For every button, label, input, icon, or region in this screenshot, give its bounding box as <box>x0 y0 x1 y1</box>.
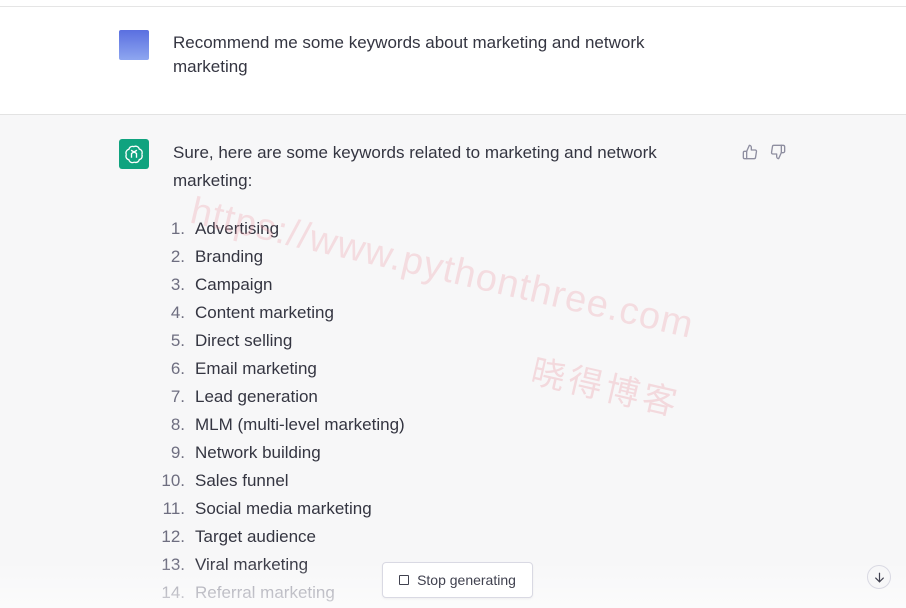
list-item-text: Campaign <box>195 275 273 294</box>
list-item-text: Network building <box>195 443 321 462</box>
user-message-row: Recommend me some keywords about marketi… <box>0 7 906 115</box>
list-item-text: Sales funnel <box>195 471 289 490</box>
list-item-number: 9. <box>170 443 185 462</box>
list-item-text: Direct selling <box>195 331 293 350</box>
chat-page: Recommend me some keywords about marketi… <box>0 0 906 608</box>
list-item-text: Content marketing <box>195 303 334 322</box>
list-item: 3. Campaign <box>155 271 405 299</box>
list-item-number: 11. <box>162 499 185 518</box>
list-item: 8. MLM (multi-level marketing) <box>155 411 405 439</box>
stop-icon <box>399 575 410 585</box>
list-item-number: 10. <box>161 471 185 490</box>
assistant-message-row: Sure, here are some keywords related to … <box>0 115 906 608</box>
list-item-text: Referral marketing <box>195 583 335 602</box>
top-divider <box>0 0 906 7</box>
list-item: 10. Sales funnel <box>155 467 405 495</box>
list-item: 5. Direct selling <box>155 327 405 355</box>
thumbs-down-icon[interactable] <box>769 143 787 161</box>
list-item-number: 12. <box>161 527 185 546</box>
openai-logo-icon <box>119 139 149 169</box>
list-item-number: 4. <box>170 303 185 322</box>
list-item: 9. Network building <box>155 439 405 467</box>
list-item-text: MLM (multi-level marketing) <box>195 415 405 434</box>
list-item: 6. Email marketing <box>155 355 405 383</box>
list-item-number: 2. <box>170 247 185 266</box>
list-item-number: 7. <box>170 387 185 406</box>
assistant-intro-text: Sure, here are some keywords related to … <box>173 143 657 190</box>
list-item-number: 8. <box>170 415 185 434</box>
arrow-down-icon <box>874 572 884 582</box>
list-item: 13. Viral marketing <box>155 551 405 579</box>
list-item: 12. Target audience <box>155 523 405 551</box>
list-item: 7. Lead generation <box>155 383 405 411</box>
list-item-number: 13. <box>161 555 185 574</box>
list-item-text: Target audience <box>195 527 316 546</box>
list-item-text: Email marketing <box>195 359 317 378</box>
keyword-list: 1. Advertising 2. Branding 3. Campaign 4. Co… <box>155 215 405 607</box>
list-item: 14. Referral marketing <box>155 579 405 607</box>
list-item: 4. Content marketing <box>155 299 405 327</box>
list-item-text: Advertising <box>195 219 280 238</box>
list-item: 2. Branding <box>155 243 405 271</box>
user-avatar <box>119 30 149 60</box>
list-item-text: Viral marketing <box>195 555 309 574</box>
list-item: 11. Social media marketing <box>155 495 405 523</box>
list-item-text: Lead generation <box>195 387 318 406</box>
list-item-number: 1. <box>170 219 185 238</box>
thumbs-up-icon[interactable] <box>741 143 759 161</box>
list-item: 1. Advertising <box>155 215 405 243</box>
list-item-number: 3. <box>170 275 185 294</box>
list-item-number: 14. <box>161 583 185 602</box>
stop-generating-label: Stop generating <box>417 572 516 588</box>
user-message-text: Recommend me some keywords about marketi… <box>173 33 645 76</box>
scroll-to-bottom-button[interactable] <box>867 565 891 589</box>
list-item-number: 5. <box>170 331 185 350</box>
list-item-text: Branding <box>195 247 264 266</box>
stop-generating-button[interactable]: Stop generating <box>382 562 533 598</box>
list-item-number: 6. <box>170 359 185 378</box>
list-item-text: Social media marketing <box>195 499 372 518</box>
